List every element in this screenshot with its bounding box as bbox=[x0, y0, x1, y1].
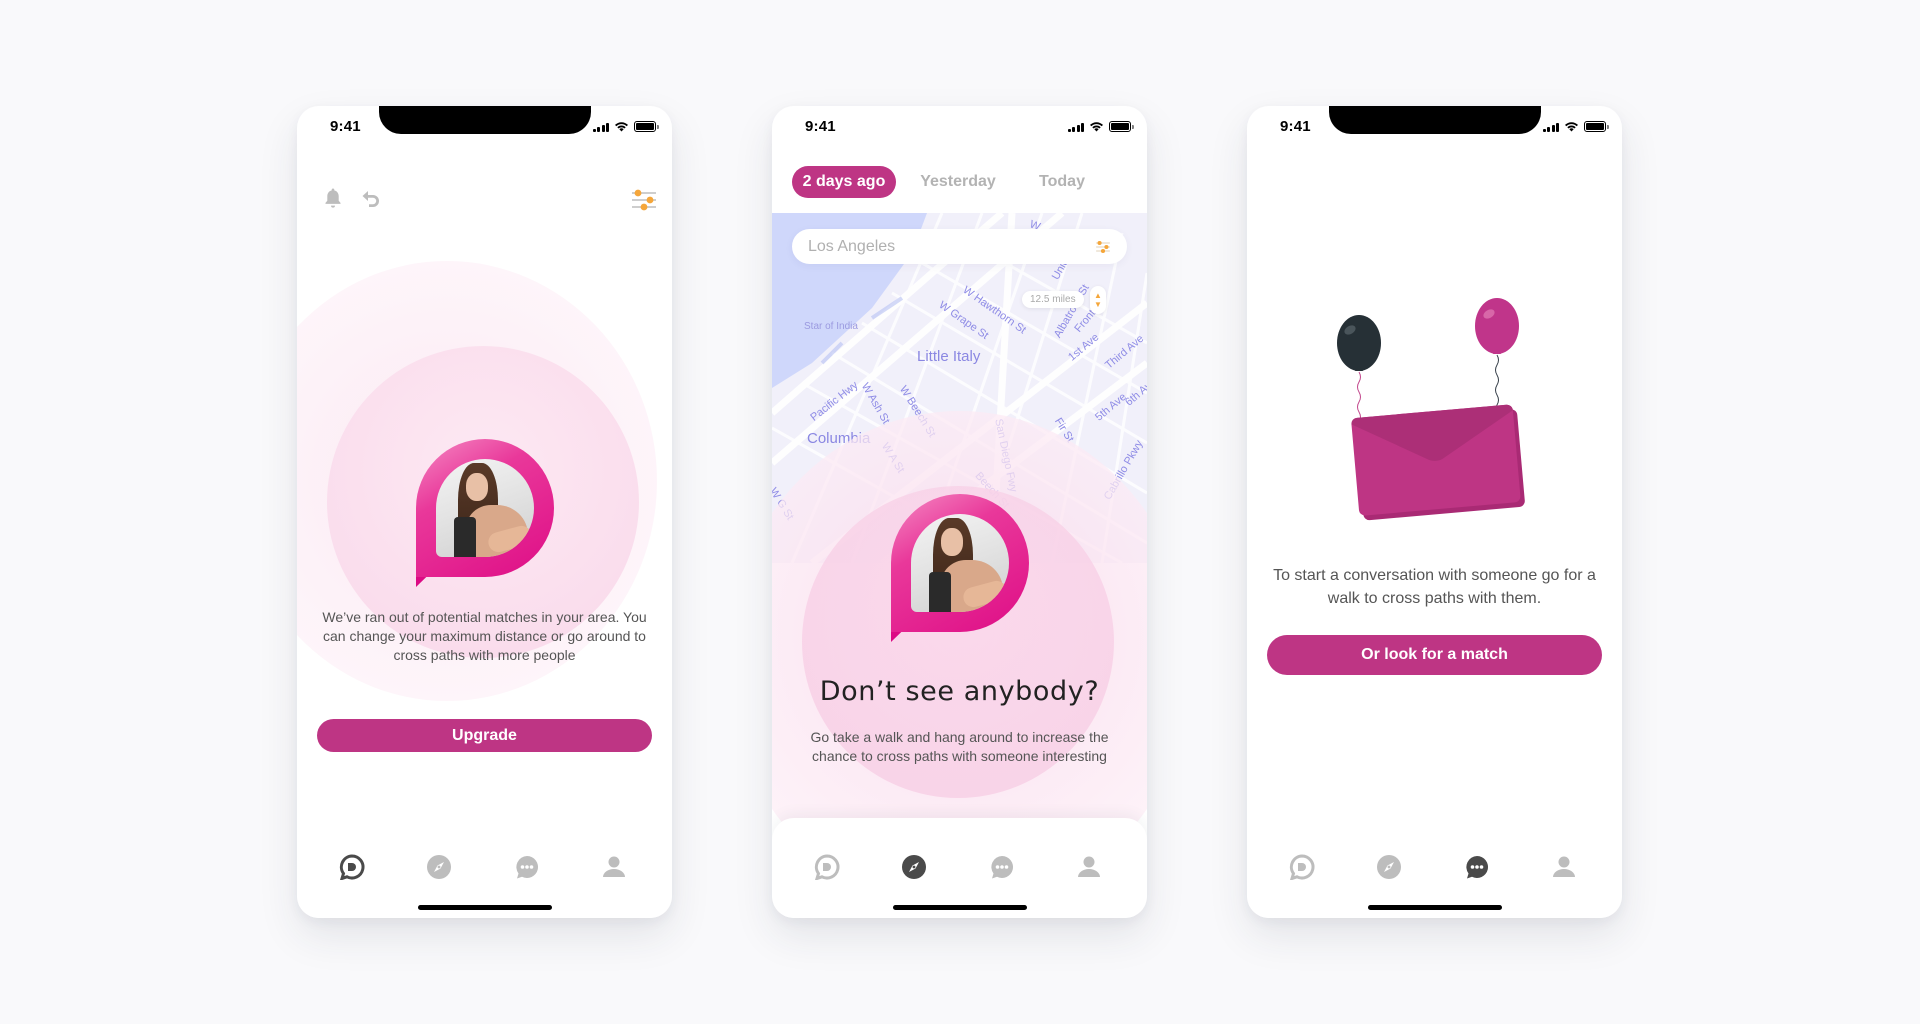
signal-icon bbox=[592, 122, 609, 132]
empty-state-title: Don’t see anybody? bbox=[819, 676, 1100, 707]
map-label: Star of India bbox=[804, 321, 858, 332]
filter-sliders-icon[interactable] bbox=[1095, 239, 1111, 255]
status-icons bbox=[1542, 121, 1609, 132]
tab-matches[interactable] bbox=[812, 852, 842, 882]
segment-today[interactable]: Today bbox=[1027, 166, 1097, 198]
chat-heart-icon bbox=[1289, 854, 1315, 880]
tab-messages[interactable] bbox=[1462, 852, 1492, 882]
tab-profile[interactable] bbox=[1074, 852, 1104, 882]
compass-icon bbox=[1377, 855, 1401, 879]
tab-discover[interactable] bbox=[1374, 852, 1404, 882]
look-for-match-button[interactable]: Or look for a match bbox=[1267, 635, 1602, 675]
wifi-icon bbox=[615, 122, 628, 132]
segment-yesterday[interactable]: Yesterday bbox=[908, 166, 1008, 198]
chat-heart-icon bbox=[339, 854, 365, 880]
person-icon bbox=[603, 856, 625, 877]
empty-state-subtitle: Go take a walk and hang around to increa… bbox=[810, 729, 1109, 764]
home-indicator bbox=[418, 905, 552, 910]
tab-discover[interactable] bbox=[424, 852, 454, 882]
battery-icon bbox=[1109, 121, 1134, 132]
person-icon bbox=[1553, 856, 1575, 877]
envelope-icon bbox=[1351, 404, 1525, 521]
balloons-envelope-illustration bbox=[1337, 298, 1525, 521]
status-time: 9:41 bbox=[1280, 118, 1311, 135]
signal-icon bbox=[1542, 122, 1559, 132]
device-notch bbox=[379, 106, 591, 134]
battery-icon bbox=[634, 121, 659, 132]
balloon-pink-icon bbox=[1475, 298, 1519, 416]
tab-matches[interactable] bbox=[337, 852, 367, 882]
tab-profile[interactable] bbox=[599, 852, 629, 882]
tab-discover[interactable] bbox=[899, 852, 929, 882]
compass-icon bbox=[427, 855, 451, 879]
segment-2-days-ago[interactable]: 2 days ago bbox=[792, 166, 896, 198]
no-matches-message: We’ve ran out of potential matches in yo… bbox=[322, 609, 647, 663]
signal-icon bbox=[1067, 122, 1084, 132]
chat-heart-icon bbox=[814, 854, 840, 880]
profile-photo bbox=[436, 459, 534, 557]
tab-messages[interactable] bbox=[987, 852, 1017, 882]
status-icons bbox=[1067, 121, 1134, 132]
arrow-down-icon[interactable]: ▼ bbox=[1094, 300, 1102, 309]
phone-screen-no-conversations: 9:41 To start a conversation with someon… bbox=[1247, 106, 1622, 918]
device-notch bbox=[1329, 106, 1541, 134]
location-pin-avatar bbox=[416, 439, 554, 587]
tab-matches[interactable] bbox=[1287, 852, 1317, 882]
filter-sliders-icon[interactable] bbox=[630, 186, 658, 214]
tab-messages[interactable] bbox=[512, 852, 542, 882]
tab-bar bbox=[772, 818, 1147, 918]
wifi-icon bbox=[1090, 122, 1103, 132]
person-icon bbox=[1078, 856, 1100, 877]
tab-bar bbox=[1247, 808, 1622, 918]
location-search-input[interactable] bbox=[808, 237, 1095, 256]
bell-icon[interactable] bbox=[321, 186, 349, 214]
status-time: 9:41 bbox=[330, 118, 361, 135]
chat-dots-icon bbox=[991, 856, 1013, 879]
tab-bar bbox=[297, 808, 672, 918]
status-time: 9:41 bbox=[805, 118, 836, 135]
location-pin-avatar bbox=[891, 494, 1029, 642]
date-segmented-control: 2 days ago Yesterday Today bbox=[792, 166, 1127, 198]
compass-icon bbox=[902, 855, 926, 879]
home-indicator bbox=[893, 905, 1027, 910]
undo-icon[interactable] bbox=[359, 186, 387, 214]
arrow-up-icon[interactable]: ▲ bbox=[1094, 291, 1102, 300]
tab-profile[interactable] bbox=[1549, 852, 1579, 882]
chat-dots-icon bbox=[516, 856, 538, 879]
map-label: Little Italy bbox=[917, 348, 981, 365]
distance-stepper[interactable]: ▲ ▼ bbox=[1090, 286, 1106, 314]
balloon-black-icon bbox=[1337, 315, 1381, 423]
home-indicator bbox=[1368, 905, 1502, 910]
profile-photo bbox=[911, 514, 1009, 612]
chat-dots-icon bbox=[1466, 856, 1488, 879]
no-conversations-message: To start a conversation with someone go … bbox=[1273, 567, 1596, 607]
location-search-field[interactable] bbox=[792, 229, 1127, 264]
phone-screen-no-matches: 9:41 We’ve ran out of potential matches … bbox=[297, 106, 672, 918]
distance-label: 12.5 miles bbox=[1022, 291, 1084, 308]
wifi-icon bbox=[1565, 122, 1578, 132]
upgrade-button[interactable]: Upgrade bbox=[317, 719, 652, 752]
status-icons bbox=[592, 121, 659, 132]
phone-screen-discover-map: 9:41 2 days ago Yesterday Today Star of … bbox=[772, 106, 1147, 918]
battery-icon bbox=[1584, 121, 1609, 132]
